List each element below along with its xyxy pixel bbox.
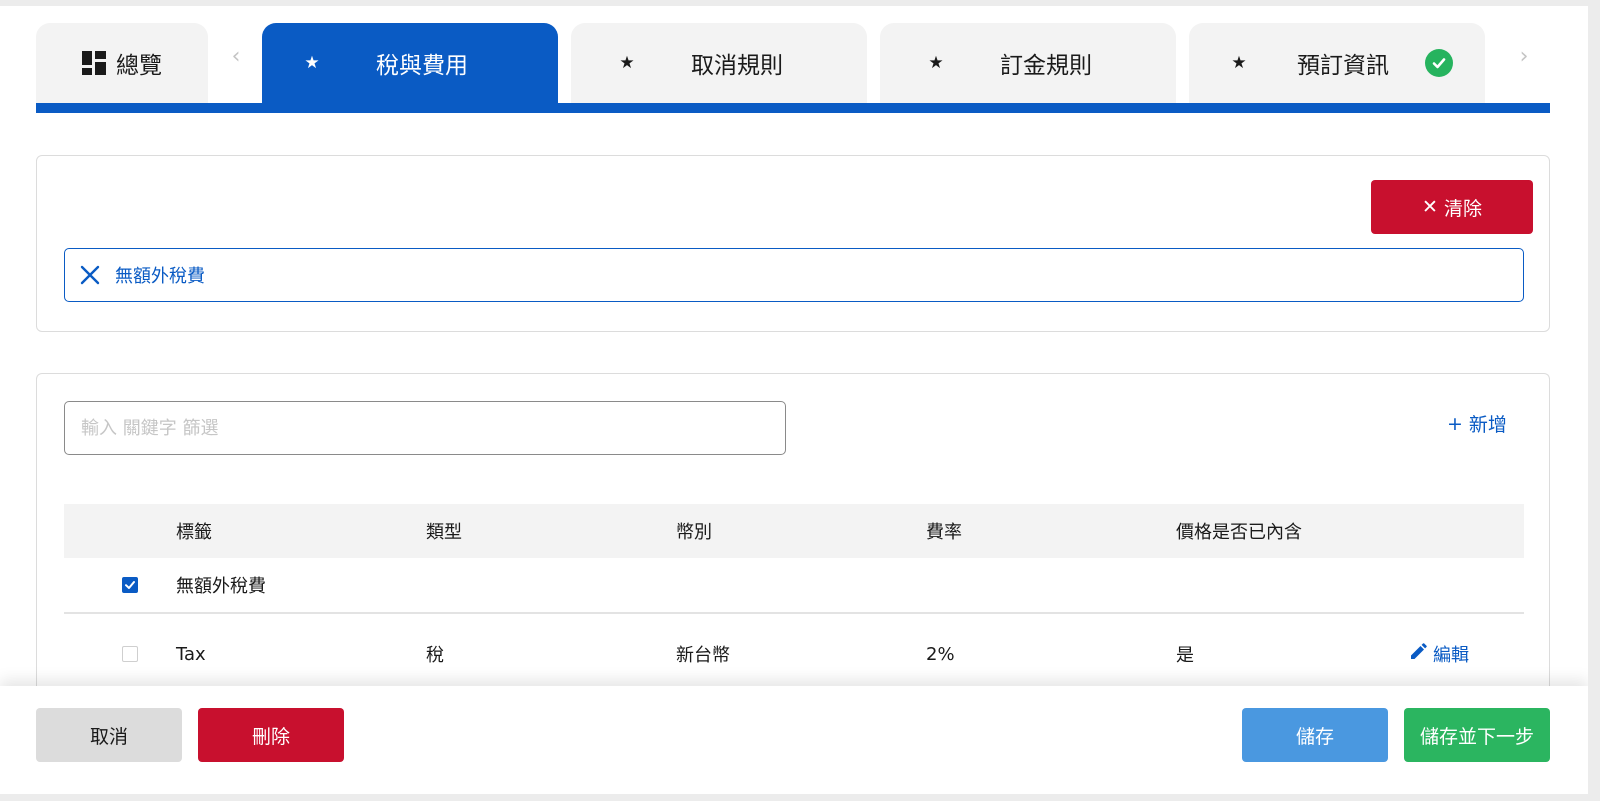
group-label: 無額外稅費 — [176, 576, 266, 597]
clear-button-label: 清除 — [1443, 197, 1482, 220]
remove-chip-icon[interactable] — [79, 264, 109, 286]
filter-panel: ✕ 清除 無額外稅費 — [36, 155, 1550, 332]
cell-label: Tax — [176, 643, 206, 665]
tab-deposit-label: 訂金規則 — [1000, 53, 1092, 79]
column-header-included: 價格是否已內含 — [1176, 522, 1302, 543]
tab-tax-fees-label: 稅與費用 — [376, 53, 468, 79]
edit-button-label: 編輯 — [1433, 645, 1469, 666]
add-button[interactable]: + 新增 — [1447, 410, 1507, 437]
save-and-next-button[interactable]: 儲存並下一步 — [1404, 708, 1550, 762]
cell-included: 是 — [1176, 645, 1194, 666]
cell-currency: 新台幣 — [676, 645, 730, 666]
tab-next-arrow-icon[interactable]: › — [1512, 44, 1536, 69]
tab-underline — [36, 103, 1550, 113]
tab-prev-arrow-icon[interactable]: ‹ — [224, 44, 248, 69]
tab-deposit[interactable]: ★ 訂金規則 — [880, 23, 1176, 103]
tab-cancellation[interactable]: ★ 取消規則 — [571, 23, 867, 103]
tab-cancellation-label: 取消規則 — [691, 53, 783, 79]
cell-type: 稅 — [426, 645, 444, 666]
plus-icon: + — [1447, 412, 1463, 435]
filter-chip-label: 無額外稅費 — [115, 266, 205, 287]
tab-booking-info[interactable]: ★ 預訂資訊 — [1189, 23, 1485, 103]
column-header-rate: 費率 — [926, 522, 962, 543]
page: 總覽 ‹ ★ 稅與費用 ★ 取消規則 ★ 訂金規則 ★ 預訂資訊 › ✕ 清除 … — [0, 6, 1588, 794]
check-circle-icon — [1425, 49, 1453, 77]
footer-action-bar: 取消 刪除 儲存 儲存並下一步 — [0, 686, 1588, 794]
cell-rate: 2% — [926, 643, 955, 665]
pencil-icon — [1409, 642, 1427, 666]
table-row: Tax 稅 新台幣 2% 是 編輯 — [64, 614, 1524, 695]
column-header-currency: 幣別 — [676, 522, 712, 543]
row-checkbox[interactable] — [122, 646, 138, 662]
tab-overview[interactable]: 總覽 — [36, 23, 208, 103]
table-group-row: 無額外稅費 — [64, 558, 1524, 614]
column-header-type: 類型 — [426, 522, 462, 543]
tab-booking-info-label: 預訂資訊 — [1297, 53, 1389, 79]
group-checkbox[interactable] — [122, 577, 138, 593]
tab-overview-label: 總覽 — [116, 53, 162, 79]
table-header: 標籤 類型 幣別 費率 價格是否已內含 — [64, 504, 1524, 558]
keyword-filter-input[interactable] — [64, 401, 786, 455]
filter-chip[interactable]: 無額外稅費 — [64, 248, 1524, 302]
save-button[interactable]: 儲存 — [1242, 708, 1388, 762]
column-header-label: 標籤 — [176, 522, 212, 543]
star-icon: ★ — [619, 53, 635, 73]
tab-tax-fees[interactable]: ★ 稅與費用 — [262, 23, 558, 103]
delete-button[interactable]: 刪除 — [198, 708, 344, 762]
add-button-label: 新增 — [1468, 414, 1507, 436]
dashboard-grid-icon — [82, 51, 106, 75]
clear-button[interactable]: ✕ 清除 — [1371, 180, 1533, 234]
edit-button[interactable]: 編輯 — [1409, 614, 1469, 694]
star-icon: ★ — [928, 53, 944, 73]
star-icon: ★ — [304, 53, 320, 73]
star-icon: ★ — [1231, 53, 1247, 73]
close-icon: ✕ — [1422, 196, 1438, 218]
cancel-button[interactable]: 取消 — [36, 708, 182, 762]
